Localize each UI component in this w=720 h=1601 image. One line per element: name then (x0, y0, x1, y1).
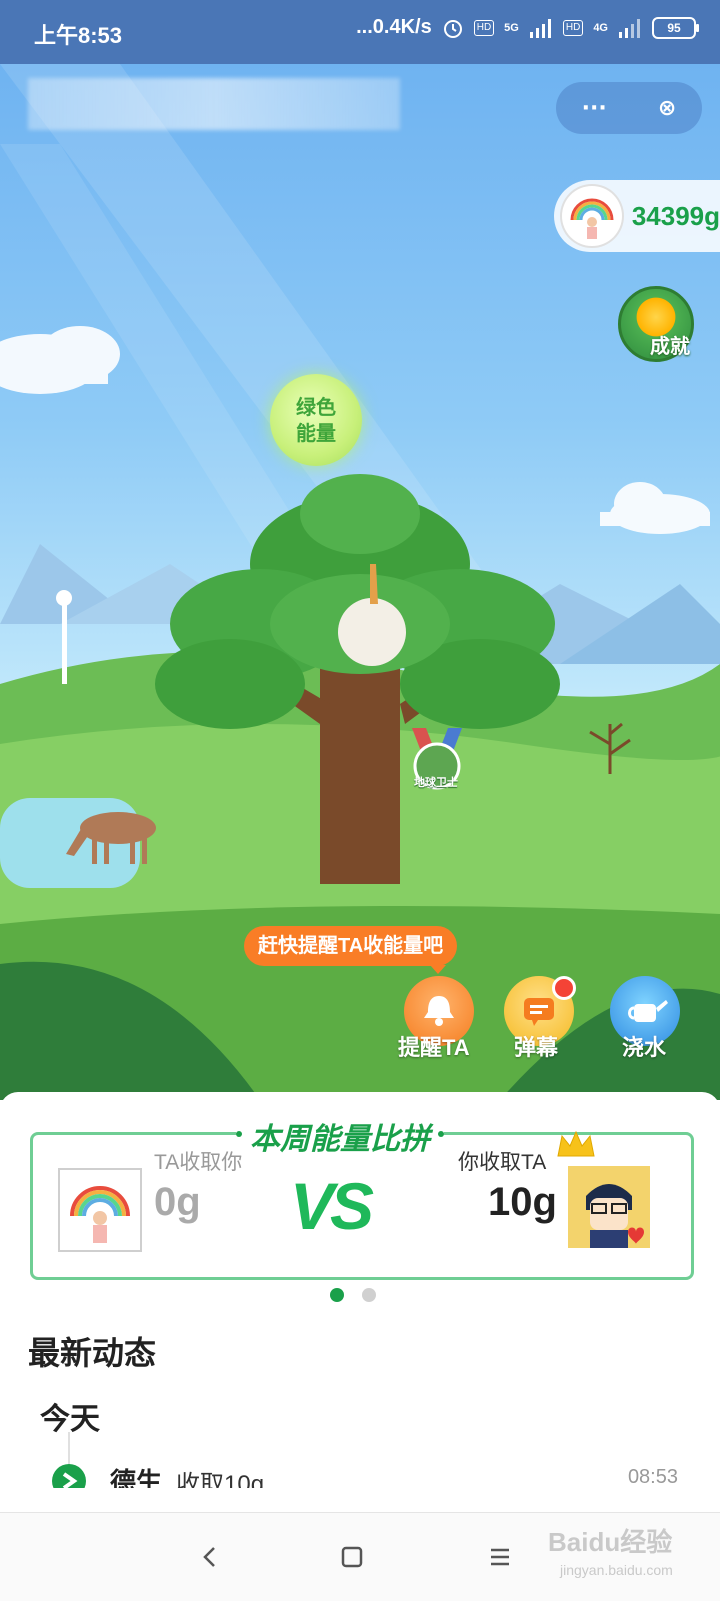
total-energy-card[interactable]: 34399g (554, 180, 720, 252)
pk-title: 本周能量比拼 (236, 1114, 444, 1158)
feed-title: 最新动态 (28, 1335, 157, 1371)
4g-label: 4G (593, 21, 608, 34)
page-indicator (330, 1288, 376, 1302)
barrage-label[interactable]: 弹幕 (514, 1030, 558, 1062)
watermark-logo: Baidu经验 (548, 1527, 673, 1557)
my-avatar[interactable] (568, 1166, 650, 1248)
medal-label: 地球卫士 (414, 776, 458, 789)
status-bar: 上午8:53 ...0.4K/s HD 5G HD 4G 95 (0, 0, 720, 64)
5g-label: 5G (504, 21, 519, 34)
feed-user-name: 德生 (110, 1467, 163, 1488)
blurred-title (28, 78, 400, 130)
mini-program-capsule: ··· ⊗ (556, 82, 702, 134)
feed-action: 收取10g (176, 1471, 265, 1488)
battery-level: 95 (667, 20, 681, 35)
notification-dot (552, 976, 576, 1000)
vs-label: VS (290, 1169, 374, 1243)
energy-ball[interactable]: 绿色 能量 (270, 374, 362, 466)
hd-badge: HD (473, 19, 495, 36)
home-button[interactable] (330, 1535, 374, 1579)
pk-left-label: TA收取你 (154, 1151, 243, 1174)
square-icon (341, 1546, 363, 1568)
achievement-label[interactable]: 成就 (650, 330, 690, 359)
more-button[interactable]: ··· (582, 96, 607, 121)
feed-day-label: 今天 (40, 1403, 100, 1436)
hd-badge-2: HD (562, 19, 584, 36)
pk-right-label: 你收取TA (458, 1151, 547, 1174)
net-speed: ...0.4K/s (356, 16, 432, 38)
remind-label[interactable]: 提醒TA (398, 1030, 470, 1062)
chevron-left-icon (203, 1547, 215, 1567)
friend-avatar[interactable] (58, 1168, 142, 1252)
forest-scene: ··· ⊗ 34399g 成就 绿色 能量 地球卫士 赶快提醒TA收能量吧 提醒T… (0, 64, 720, 1100)
menu-button[interactable] (478, 1535, 522, 1579)
total-energy-value: 34399g (631, 200, 720, 231)
watermark-url: jingyan.baidu.com (560, 1562, 673, 1578)
battery-icon: 95 (652, 16, 699, 39)
status-time: 上午8:53 (34, 23, 123, 48)
cartoon-avatar-icon (586, 1184, 644, 1248)
feed-time: 08:53 (627, 1466, 678, 1488)
back-button[interactable] (188, 1535, 232, 1579)
energy-ball-line2: 能量 (296, 421, 336, 445)
list-item[interactable]: 德生 收取10g 08:53 (0, 1448, 720, 1488)
page-dot-1[interactable] (330, 1288, 344, 1302)
rainbow-avatar-icon (70, 1186, 130, 1243)
pk-left-value: 0g (154, 1180, 201, 1224)
reminder-bubble: 赶快提醒TA收能量吧 (244, 926, 458, 974)
crown-icon (557, 1130, 595, 1157)
signal-icon-2 (619, 18, 640, 38)
menu-icon (491, 1548, 509, 1566)
energy-ball-line1: 绿色 (296, 395, 336, 419)
collect-icon (52, 1464, 86, 1488)
water-label[interactable]: 浇水 (622, 1030, 666, 1062)
owner-avatar (560, 184, 624, 248)
close-button[interactable]: ⊗ (658, 96, 676, 121)
signal-icon (529, 18, 551, 38)
pk-right-value: 10g (488, 1180, 557, 1224)
page-dot-2[interactable] (362, 1288, 376, 1302)
rainbow-avatar-icon (570, 198, 614, 239)
alarm-icon (443, 19, 462, 38)
bottom-sheet: 本周能量比拼 TA收取你 0g VS 你收取TA 10g 最新动态 今天 德生 … (0, 1092, 720, 1512)
status-indicators: ...0.4K/s HD 5G HD 4G 95 (356, 16, 699, 39)
